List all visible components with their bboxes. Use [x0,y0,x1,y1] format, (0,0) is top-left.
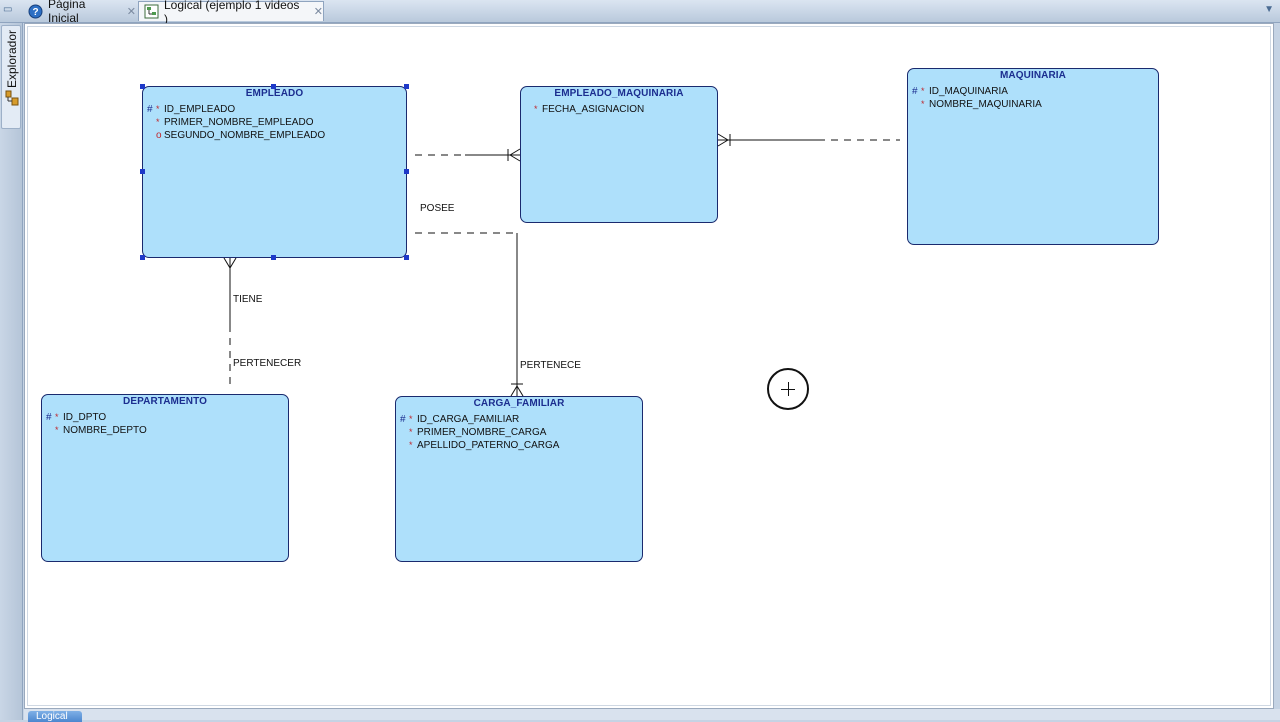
resize-handle[interactable] [404,255,409,260]
entity-title: MAQUINARIA [1000,70,1066,81]
mandatory-marker: * [409,414,413,424]
mandatory-marker: * [534,104,538,114]
pk-marker: # [147,104,153,115]
mandatory-marker: * [409,440,413,450]
entity-title: EMPLEADO_MAQUINARIA [554,88,684,99]
tab-list-dropdown-icon[interactable]: ▼ [1264,4,1274,15]
left-dock: Explorador [0,23,23,720]
entity-carga-familiar[interactable]: CARGA_FAMILIAR # * ID_CARGA_FAMILIAR * PRIM… [395,396,643,562]
attribute-row[interactable]: * NOMBRE_DEPTO [42,424,288,437]
tab-pagina-inicial[interactable]: ? Página Inicial ✕ [24,0,136,25]
mandatory-marker: * [55,425,59,435]
mandatory-marker: * [409,427,413,437]
close-tab-icon[interactable]: ✕ [127,5,136,18]
attribute-row[interactable]: * NOMBRE_MAQUINARIA [908,98,1158,111]
resize-handle[interactable] [271,255,276,260]
explorer-label: Explorador [5,29,19,88]
attribute-row[interactable]: # * ID_DPTO [42,411,288,424]
crosshair-cursor-icon [767,368,809,410]
entity-empleado-maquinaria[interactable]: EMPLEADO_MAQUINARIA * FECHA_ASIGNACION [520,86,718,223]
attribute-row[interactable]: * PRIMER_NOMBRE_CARGA [396,426,642,439]
attribute-name: ID_CARGA_FAMILIAR [417,414,520,425]
mandatory-marker: * [156,117,160,127]
diagram-icon [144,4,159,19]
attribute-name: PRIMER_NOMBRE_EMPLEADO [164,117,314,128]
entity-title: EMPLEADO [245,88,304,99]
mandatory-marker: * [55,412,59,422]
resize-handle[interactable] [404,84,409,89]
attribute-name: PRIMER_NOMBRE_CARGA [417,427,547,438]
tab-logical-bottom[interactable]: Logical [28,711,82,722]
help-icon: ? [28,4,43,19]
attribute-name: FECHA_ASIGNACION [542,104,645,115]
attribute-name: SEGUNDO_NOMBRE_EMPLEADO [164,130,326,141]
explorer-icon [5,90,19,106]
entity-title: DEPARTAMENTO [123,396,207,407]
svg-text:?: ? [32,7,38,18]
bottom-tab-bar: Logical [24,709,1280,722]
tab-label: Página Inicial [48,0,86,25]
mandatory-marker: * [156,104,160,114]
attribute-row[interactable]: * FECHA_ASIGNACION [521,103,717,116]
relationship-label-posee[interactable]: POSEE [420,203,454,214]
mandatory-marker: * [921,99,925,109]
optional-marker: o [156,130,162,141]
pk-marker: # [400,414,406,425]
attribute-name: ID_MAQUINARIA [929,86,1008,97]
attribute-row[interactable]: # * ID_MAQUINARIA [908,85,1158,98]
attribute-name: ID_DPTO [63,412,107,423]
attribute-row[interactable]: * APELLIDO_PATERNO_CARGA [396,439,642,452]
explorer-side-tab[interactable]: Explorador [1,25,21,129]
relationship-label-tiene[interactable]: TIENE [233,294,262,305]
pk-marker: # [46,412,52,423]
resize-handle[interactable] [140,84,145,89]
resize-handle[interactable] [271,84,276,89]
attribute-name: NOMBRE_DEPTO [63,425,147,436]
attribute-name: NOMBRE_MAQUINARIA [929,99,1042,110]
tab-logical-model[interactable]: Logical (ejemplo 1 videos ) ✕ [138,0,324,26]
entity-maquinaria[interactable]: MAQUINARIA # * ID_MAQUINARIA * NOMBRE_MAQUI… [907,68,1159,245]
resize-handle[interactable] [404,169,409,174]
tab-label: Logical (ejemplo 1 videos ) [164,0,300,26]
attribute-name: ID_EMPLEADO [164,104,236,115]
resize-handle[interactable] [140,255,145,260]
entity-empleado[interactable]: EMPLEADO # * ID_EMPLEADO * PRIMER_NOMBRE_EM… [142,86,407,258]
editor-tab-bar: ▭ ? Página Inicial ✕ Logical (ejemplo 1 … [0,0,1280,26]
entity-departamento[interactable]: DEPARTAMENTO # * ID_DPTO * NOMBRE_DEPTO [41,394,289,562]
entity-title: CARGA_FAMILIAR [473,398,565,409]
attribute-row[interactable]: * PRIMER_NOMBRE_EMPLEADO [143,116,406,129]
attribute-row[interactable]: # * ID_EMPLEADO [143,103,406,116]
close-tab-icon[interactable]: ✕ [314,5,323,18]
relationship-label-pertenecer[interactable]: PERTENECER [233,358,301,369]
attribute-row[interactable]: o SEGUNDO_NOMBRE_EMPLEADO [143,129,406,142]
pk-marker: # [912,86,918,97]
resize-handle[interactable] [140,169,145,174]
relationship-label-pertenece[interactable]: PERTENECE [520,360,581,371]
attribute-name: APELLIDO_PATERNO_CARGA [417,440,560,451]
attribute-row[interactable]: # * ID_CARGA_FAMILIAR [396,413,642,426]
mandatory-marker: * [921,86,925,96]
